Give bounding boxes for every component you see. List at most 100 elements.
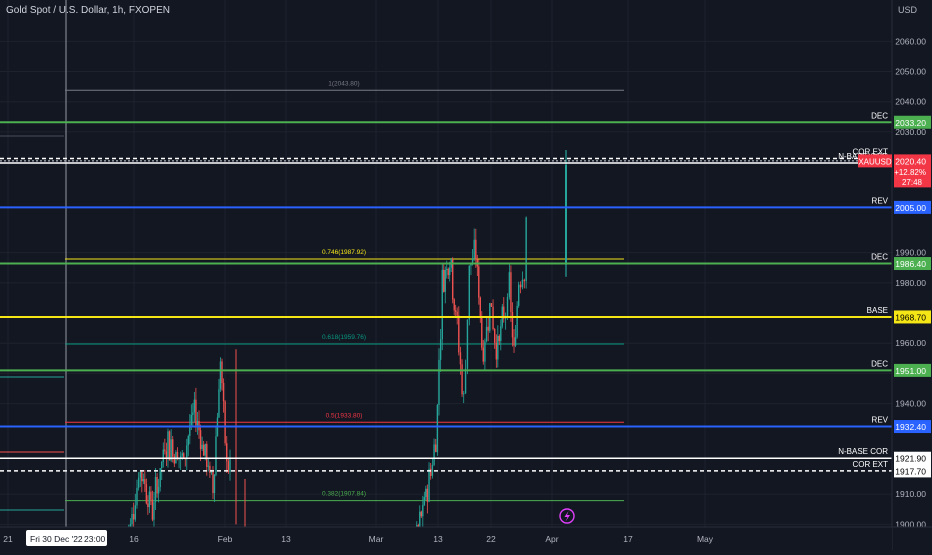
candle-body bbox=[511, 312, 514, 338]
candle-body bbox=[525, 217, 527, 282]
candle-body bbox=[141, 471, 143, 482]
time-tick-label: Apr bbox=[545, 534, 558, 544]
crosshair-date: Fri 30 Dec '22 bbox=[30, 534, 83, 544]
candle-body bbox=[517, 284, 520, 306]
candle-body bbox=[187, 436, 189, 446]
fib-level-label: 0.746(1987.92) bbox=[322, 249, 366, 256]
key-level-label: N-BASE COR bbox=[838, 447, 888, 456]
price-tick-label: 1960.00 bbox=[895, 338, 926, 348]
price-tick-label: 1910.00 bbox=[895, 489, 926, 499]
candle-body bbox=[497, 335, 499, 360]
candle-body bbox=[458, 315, 460, 353]
candle-body bbox=[523, 279, 525, 282]
last-price-value: 2020.40 bbox=[895, 156, 926, 166]
candle-body bbox=[482, 347, 484, 362]
crosshair-time: 23:00 bbox=[84, 534, 106, 544]
candle-body bbox=[452, 259, 454, 300]
key-level-label: DEC bbox=[871, 253, 888, 262]
candle-body bbox=[219, 361, 222, 390]
candle-body bbox=[150, 491, 152, 500]
candle-body bbox=[461, 364, 463, 395]
candle-body bbox=[514, 336, 517, 346]
candle-body bbox=[193, 399, 196, 413]
price-tick-label: 2050.00 bbox=[895, 67, 926, 77]
fib-level-label: 0.5(1933.80) bbox=[326, 412, 363, 419]
candle-body bbox=[456, 311, 458, 316]
candle-body bbox=[148, 491, 151, 508]
candle-body bbox=[136, 487, 138, 506]
candle-body bbox=[190, 415, 193, 425]
price-tick-label: 2040.00 bbox=[895, 97, 926, 107]
candle-body bbox=[506, 297, 509, 317]
candle-body bbox=[495, 342, 498, 360]
candle-body bbox=[435, 444, 437, 453]
candle-body bbox=[165, 451, 168, 458]
candle-body bbox=[162, 449, 164, 462]
candle-body bbox=[444, 269, 446, 292]
candle-body bbox=[508, 272, 511, 298]
candle-body bbox=[161, 461, 163, 469]
level-price-tag-text: 1921.90 bbox=[895, 454, 926, 464]
candle-body bbox=[420, 511, 422, 517]
candle-body bbox=[139, 471, 141, 478]
key-level-label: DEC bbox=[871, 359, 888, 368]
candle-body bbox=[425, 488, 427, 498]
key-level-label: DEC bbox=[871, 111, 888, 120]
candle-body bbox=[428, 468, 430, 502]
candle-body bbox=[145, 484, 148, 504]
candle-body bbox=[459, 352, 462, 365]
key-level-label: REV bbox=[872, 196, 889, 205]
candle-body bbox=[192, 412, 194, 416]
candle-body bbox=[436, 404, 439, 453]
candle-body bbox=[441, 269, 443, 340]
candle-body bbox=[207, 465, 210, 467]
candle-body bbox=[134, 505, 137, 520]
time-tick-label: 17 bbox=[623, 534, 633, 544]
candle-body bbox=[500, 326, 502, 342]
candle-body bbox=[510, 272, 512, 313]
candle-body bbox=[224, 401, 226, 444]
candle-body bbox=[132, 513, 135, 520]
candle-body bbox=[447, 268, 449, 276]
candle-body bbox=[466, 319, 469, 369]
time-tick-label: May bbox=[697, 534, 714, 544]
candle-body bbox=[159, 468, 161, 488]
candle-body bbox=[151, 499, 154, 520]
candle-body bbox=[157, 487, 160, 494]
candle-body bbox=[167, 431, 169, 458]
candle-body bbox=[142, 479, 145, 482]
candle-body bbox=[186, 445, 188, 460]
chart-area[interactable]: 1(2043.80) 0.746(1987.92) 0.618(1959.76) 0.… bbox=[0, 0, 932, 555]
time-tick-label: 21 bbox=[3, 534, 13, 544]
time-tick-label: 13 bbox=[433, 534, 443, 544]
level-price-tag-text: 1917.70 bbox=[895, 466, 926, 476]
level-price-tag-text: 1951.00 bbox=[895, 366, 926, 376]
candle-body bbox=[156, 476, 158, 494]
candle-body bbox=[498, 335, 501, 342]
candle-body bbox=[443, 269, 445, 292]
level-price-tag-text: 2005.00 bbox=[895, 203, 926, 213]
candle-body bbox=[470, 264, 472, 266]
candle-body bbox=[164, 449, 166, 452]
candle-body bbox=[516, 305, 518, 337]
candle-body bbox=[181, 453, 183, 456]
candle-body bbox=[485, 326, 488, 342]
candle-body bbox=[487, 326, 489, 331]
candle-body bbox=[137, 477, 140, 488]
last-price-change: +12.82% bbox=[894, 168, 926, 177]
key-level-label: COR EXT bbox=[852, 460, 888, 469]
candle-body bbox=[172, 439, 174, 457]
price-chart[interactable]: 1(2043.80) 0.746(1987.92) 0.618(1959.76) 0.… bbox=[0, 0, 932, 555]
candle-body bbox=[464, 368, 467, 394]
time-tick-label: Feb bbox=[218, 534, 233, 544]
price-tick-label: 1900.00 bbox=[895, 519, 926, 529]
candle-body bbox=[473, 239, 475, 259]
candle-body bbox=[229, 459, 231, 473]
candle-body bbox=[153, 502, 155, 520]
candle-body bbox=[565, 165, 567, 265]
fib-level-label: 0.382(1907.84) bbox=[322, 491, 366, 498]
candle-body bbox=[204, 444, 206, 456]
candle-body bbox=[195, 399, 197, 426]
candle-body bbox=[446, 268, 448, 270]
price-tick-label: 1940.00 bbox=[895, 399, 926, 409]
